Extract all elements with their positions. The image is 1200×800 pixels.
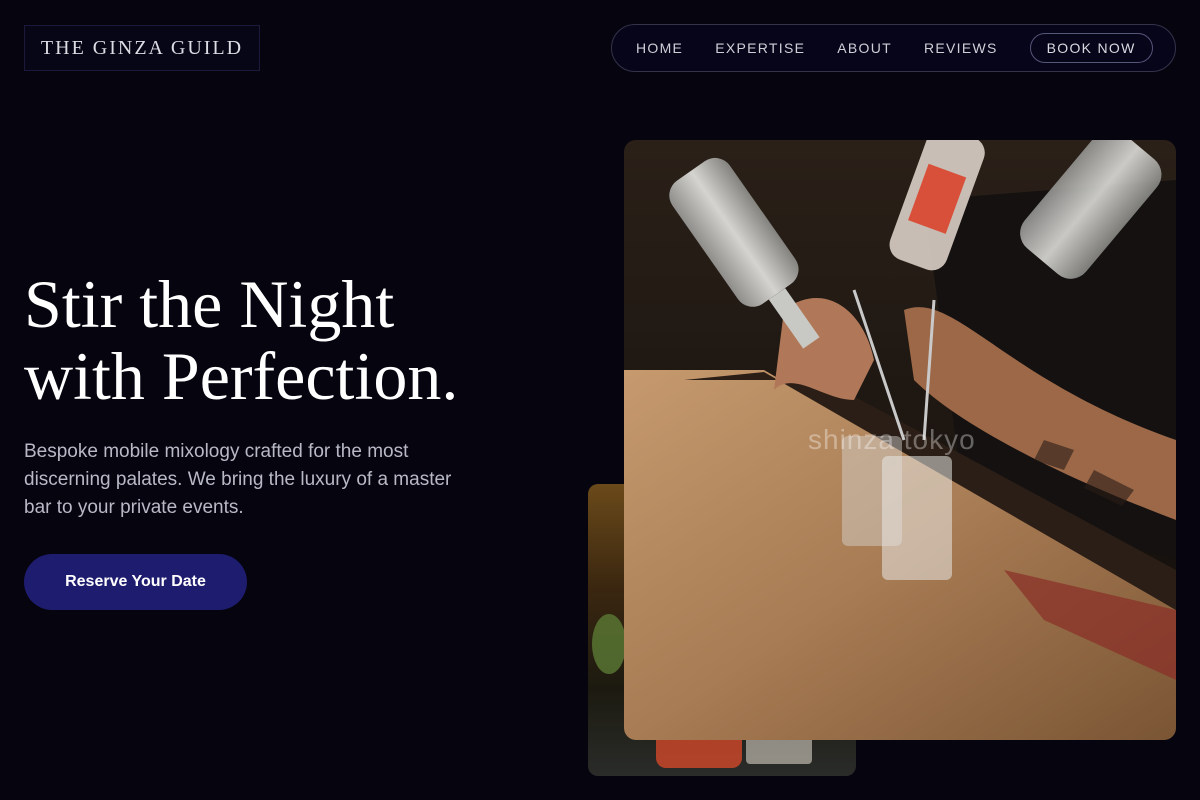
landing-page: THE GINZA GUILD HOME EXPERTISE ABOUT REV… <box>0 0 1200 800</box>
brand-logo-text: THE GINZA GUILD <box>40 36 244 59</box>
hero-headline-line1: Stir the Night <box>24 266 395 342</box>
book-now-button[interactable]: BOOK NOW <box>1029 33 1153 63</box>
hero-headline-line2: with Perfection. <box>24 338 459 414</box>
photo-watermark: shinza tokyo <box>808 424 976 455</box>
hero-subcopy: Bespoke mobile mixology crafted for the … <box>24 441 452 518</box>
hero-headline: Stir the Night with Perfection. <box>24 268 584 412</box>
nav-link-home[interactable]: HOME <box>636 40 683 56</box>
reserve-date-button[interactable]: Reserve Your Date <box>24 554 247 610</box>
bartender-pouring-photo: shinza tokyo <box>624 140 1176 740</box>
nav-link-expertise[interactable]: EXPERTISE <box>715 40 805 56</box>
garnish-leaf <box>592 614 626 674</box>
main-nav: HOME EXPERTISE ABOUT REVIEWS BOOK NOW <box>611 24 1176 72</box>
nav-link-about[interactable]: ABOUT <box>837 40 892 56</box>
nav-link-reviews[interactable]: REVIEWS <box>924 40 998 56</box>
brand-logo[interactable]: THE GINZA GUILD <box>24 25 260 71</box>
